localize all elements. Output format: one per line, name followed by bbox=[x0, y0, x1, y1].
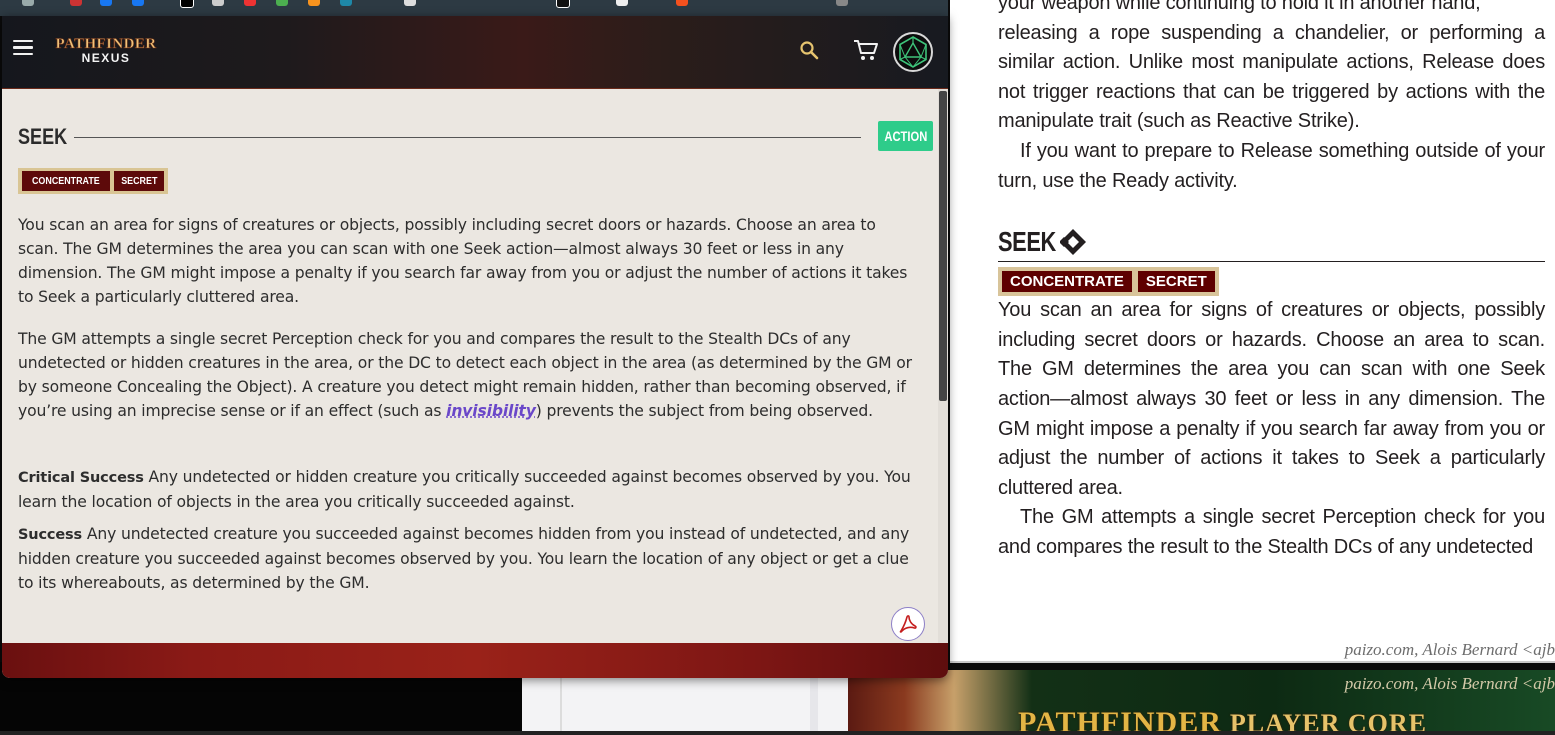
trait-label: SECRET bbox=[120, 175, 158, 187]
pdf-seek-heading: SEEK bbox=[998, 223, 1545, 263]
description-paragraph: The GM attempts a single secret Percepti… bbox=[18, 327, 918, 423]
title-divider bbox=[74, 137, 861, 138]
popup-footer-banner bbox=[2, 643, 948, 678]
pdf-text-column: your weapon while continuing to hold it … bbox=[998, 0, 1545, 563]
bookmark-icon[interactable] bbox=[180, 0, 194, 8]
pathfinder-nexus-popup: PATHFINDER NEXUS SEEK ACTION CONCENTRATE… bbox=[2, 16, 948, 678]
description-paragraph: You scan an area for signs of creatures … bbox=[18, 216, 908, 306]
bookmark-icon[interactable] bbox=[100, 0, 112, 6]
logo-top: PATHFINDER bbox=[55, 36, 157, 53]
top-nav: PATHFINDER NEXUS bbox=[2, 16, 948, 89]
success-text: Any undetected creature you succeeded ag… bbox=[18, 525, 910, 592]
critical-success-label: Critical Success bbox=[18, 470, 144, 486]
bookmark-icon[interactable] bbox=[836, 0, 848, 6]
critical-success-entry: Critical Success Any undetected or hidde… bbox=[18, 465, 918, 514]
traits: CONCENTRATE SECRET bbox=[18, 168, 169, 194]
action-icon bbox=[1060, 229, 1087, 256]
bookmark-icon[interactable] bbox=[676, 0, 688, 6]
scrollbar-thumb[interactable] bbox=[939, 91, 947, 401]
bookmark-icon[interactable] bbox=[616, 0, 628, 6]
pdf-trait-concentrate: CONCENTRATE bbox=[998, 267, 1136, 297]
bookmark-icon[interactable] bbox=[132, 0, 144, 6]
bookmark-icon[interactable] bbox=[404, 0, 416, 6]
bookmark-icon[interactable] bbox=[70, 0, 82, 6]
pdf-seek-heading-text: SEEK bbox=[998, 226, 1056, 258]
success-entry: Success Any undetected creature you succ… bbox=[18, 522, 918, 595]
pdf-cover-page: paizo.com, Alois Bernard <ajb PATHFINDER… bbox=[848, 670, 1555, 735]
browser-bookmarks-strip bbox=[0, 0, 948, 16]
action-header: SEEK ACTION bbox=[18, 121, 933, 151]
pdf-button[interactable] bbox=[891, 607, 925, 641]
trait-concentrate[interactable]: CONCENTRATE bbox=[22, 171, 110, 191]
bookmark-icon[interactable] bbox=[212, 0, 224, 6]
logo-bottom: NEXUS bbox=[81, 51, 131, 65]
critical-success-text: Any undetected or hidden creature you cr… bbox=[18, 468, 911, 511]
pdf-icon bbox=[899, 615, 917, 633]
bookmark-icon[interactable] bbox=[556, 0, 570, 8]
bookmark-icon[interactable] bbox=[308, 0, 320, 6]
action-badge-label: ACTION bbox=[884, 128, 927, 144]
action-badge: ACTION bbox=[878, 121, 933, 151]
pdf-para-seek2: The GM attempts a single secret Percepti… bbox=[998, 506, 1545, 558]
bookmark-icon[interactable] bbox=[22, 0, 34, 6]
pdf-footer-2: paizo.com, Alois Bernard <ajb bbox=[1344, 674, 1555, 693]
success-label: Success bbox=[18, 527, 83, 543]
action-detail-content: SEEK ACTION CONCENTRATE SECRET You scan … bbox=[2, 89, 938, 643]
search-icon[interactable] bbox=[799, 40, 819, 60]
menu-icon[interactable] bbox=[13, 40, 33, 57]
trait-secret[interactable]: SECRET bbox=[113, 171, 165, 191]
pdf-page-divider bbox=[950, 661, 1555, 663]
trait-label: CONCENTRATE bbox=[31, 175, 100, 187]
pdf-para-seek1: You scan an area for signs of creatures … bbox=[998, 299, 1545, 499]
pdf-traits: CONCENTRATE SECRET bbox=[998, 267, 1545, 297]
taskbar-edge bbox=[0, 731, 1555, 735]
page-title: SEEK bbox=[18, 124, 68, 149]
d20-avatar-icon[interactable] bbox=[893, 32, 933, 72]
bookmark-icon[interactable] bbox=[340, 0, 352, 6]
pathfinder-nexus-logo[interactable]: PATHFINDER NEXUS bbox=[54, 36, 158, 64]
bookmark-icon[interactable] bbox=[244, 0, 256, 6]
cart-icon[interactable] bbox=[853, 38, 879, 62]
pdf-line-partial: your weapon while continuing to hold it … bbox=[998, 0, 1481, 14]
pdf-page: your weapon while continuing to hold it … bbox=[950, 0, 1555, 662]
bookmark-icon[interactable] bbox=[276, 0, 288, 6]
paragraph-text: ) prevents the subject from being observ… bbox=[535, 402, 873, 420]
pdf-trait-secret: SECRET bbox=[1135, 267, 1219, 297]
pdf-footer: paizo.com, Alois Bernard <ajb bbox=[1344, 640, 1555, 659]
pdf-para-release: releasing a rope suspending a chandelier… bbox=[998, 21, 1545, 133]
pdf-para-ready: If you want to prepare to Release someth… bbox=[998, 139, 1545, 192]
invisibility-link[interactable]: invisibility bbox=[446, 402, 536, 420]
